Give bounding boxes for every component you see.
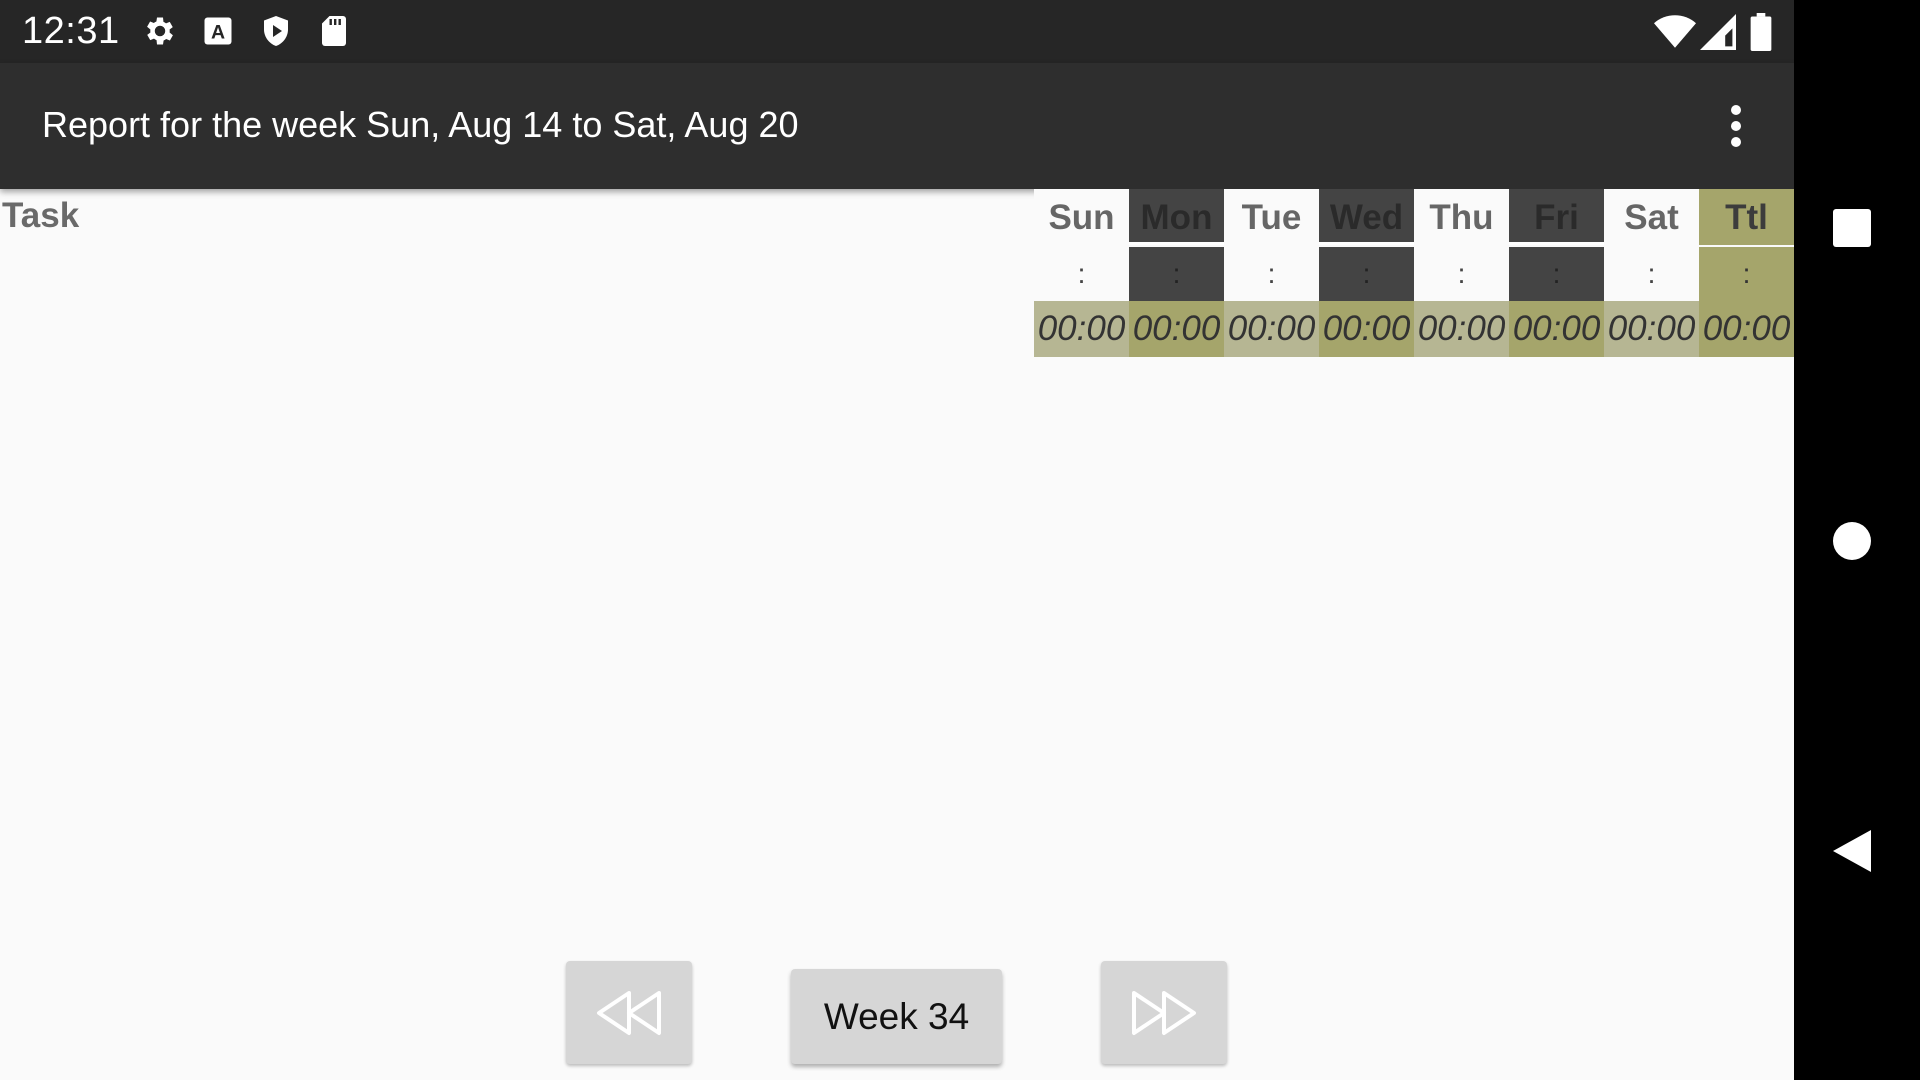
day-total: 00:00	[1224, 301, 1319, 357]
day-total: 00:00	[1319, 301, 1414, 357]
day-time-cell: :	[1509, 247, 1604, 301]
wifi-icon	[1654, 15, 1696, 48]
day-header: Thu	[1414, 189, 1509, 245]
day-header: Wed	[1319, 189, 1414, 245]
day-column-sun: Sun : 00:00	[1034, 189, 1129, 357]
app-bar: Report for the week Sun, Aug 14 to Sat, …	[0, 63, 1794, 189]
overflow-menu-icon[interactable]	[1714, 99, 1758, 153]
day-time-cell: :	[1034, 247, 1129, 301]
next-week-button[interactable]	[1101, 961, 1227, 1064]
page-title: Report for the week Sun, Aug 14 to Sat, …	[42, 104, 799, 145]
day-column-wed: Wed : 00:00	[1319, 189, 1414, 357]
day-total: 00:00	[1509, 301, 1604, 357]
previous-week-button[interactable]	[566, 961, 692, 1064]
task-column-header: Task	[2, 196, 80, 235]
day-total: 00:00	[1129, 301, 1224, 357]
day-time-cell: :	[1224, 247, 1319, 301]
day-time-cell: :	[1414, 247, 1509, 301]
day-column-tue: Tue : 00:00	[1224, 189, 1319, 357]
rewind-icon	[597, 991, 661, 1035]
week-button[interactable]: Week 34	[791, 969, 1002, 1064]
day-header: Ttl	[1699, 189, 1794, 245]
system-nav-bar	[1794, 0, 1920, 1080]
day-header: Mon	[1129, 189, 1224, 245]
day-time-cell: :	[1604, 247, 1699, 301]
status-time: 12:31	[22, 10, 120, 52]
fast-forward-icon	[1132, 991, 1196, 1035]
day-total: 00:00	[1414, 301, 1509, 357]
day-column-mon: Mon : 00:00	[1129, 189, 1224, 357]
day-header: Fri	[1509, 189, 1604, 245]
day-header: Sun	[1034, 189, 1129, 245]
day-column-thu: Thu : 00:00	[1414, 189, 1509, 357]
app-screen: 12:31 A Report for the week Sun, Aug 14 …	[0, 0, 1794, 1080]
home-circle-icon[interactable]	[1831, 520, 1873, 562]
day-column-sat: Sat : 00:00	[1604, 189, 1699, 357]
svg-text:A: A	[211, 22, 225, 44]
day-column-fri: Fri : 00:00	[1509, 189, 1604, 357]
day-column-total: Ttl : 00:00	[1699, 189, 1794, 357]
day-total: 00:00	[1604, 301, 1699, 357]
battery-icon	[1750, 13, 1772, 51]
day-total: 00:00	[1034, 301, 1129, 357]
status-bar: 12:31 A	[0, 0, 1794, 63]
back-triangle-icon[interactable]	[1831, 828, 1873, 874]
day-time-cell: :	[1319, 247, 1414, 301]
gear-icon	[147, 17, 173, 45]
recents-square-icon[interactable]	[1831, 207, 1873, 249]
day-total: 00:00	[1699, 301, 1794, 357]
sd-card-icon	[322, 16, 346, 46]
signal-icon	[1700, 14, 1736, 50]
day-header: Tue	[1224, 189, 1319, 245]
a-icon: A	[204, 17, 232, 45]
shield-play-icon	[264, 16, 288, 46]
day-header: Sat	[1604, 189, 1699, 245]
day-time-cell: :	[1699, 247, 1794, 301]
day-time-cell: :	[1129, 247, 1224, 301]
